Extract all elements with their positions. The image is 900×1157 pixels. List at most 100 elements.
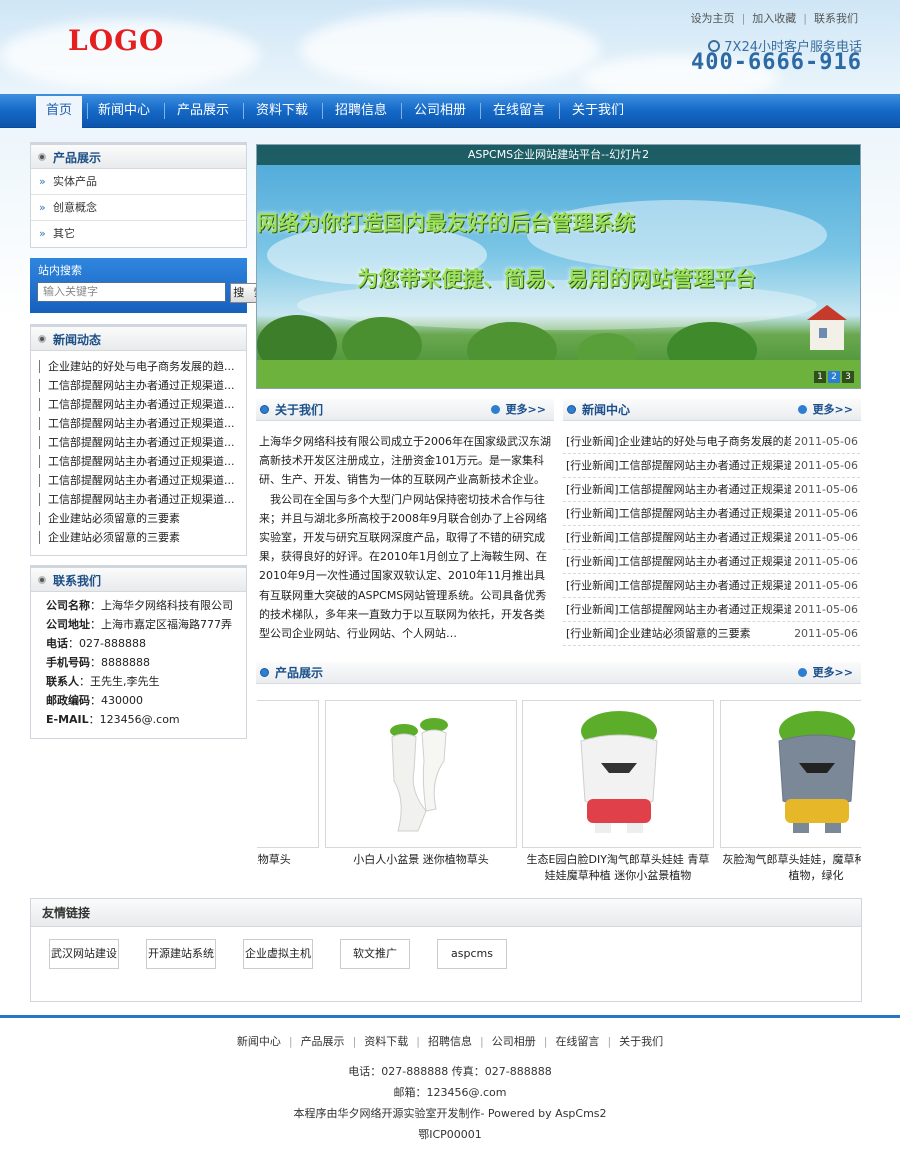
nav-news[interactable]: 新闻中心 — [98, 94, 150, 128]
news-link[interactable]: 工信部提醒网站主办者通过正规渠道... — [31, 376, 244, 395]
section-icon — [260, 405, 269, 414]
footer-link[interactable]: 新闻中心 — [237, 1035, 281, 1048]
nav-about[interactable]: 关于我们 — [572, 94, 624, 128]
bullet-line-icon — [39, 398, 40, 411]
footer-link[interactable]: 资料下载 — [364, 1035, 408, 1048]
category-item[interactable]: » 实体产品 — [31, 169, 246, 195]
news-link[interactable]: 工信部提醒网站主办者通过正规渠道... — [31, 452, 244, 471]
product-image — [720, 700, 861, 848]
friend-links-box: 友情链接 武汉网站建设 开源建站系统 企业虚拟主机 软文推广 aspcms — [30, 898, 862, 1002]
category-item[interactable]: » 其它 — [31, 221, 246, 247]
section-icon — [567, 405, 576, 414]
friend-link[interactable]: 武汉网站建设 — [49, 939, 119, 969]
nav-home[interactable]: 首页 — [36, 96, 82, 128]
nav-album[interactable]: 公司相册 — [414, 94, 466, 128]
footer-link[interactable]: 关于我们 — [619, 1035, 663, 1048]
contact-company: 公司名称：上海华夕网络科技有限公司 — [46, 599, 233, 612]
news-center-item[interactable]: [行业新闻]工信部提醒网站主办者通过正规渠道 2011-05-06 — [563, 550, 860, 574]
bullet-line-icon — [39, 436, 40, 449]
nav-products[interactable]: 产品展示 — [177, 94, 229, 128]
news-link[interactable]: 工信部提醒网站主办者通过正规渠道... — [31, 471, 244, 490]
news-center-item[interactable]: [行业新闻]企业建站的好处与电子商务发展的趋 2011-05-06 — [563, 430, 860, 454]
separator: | — [543, 1035, 548, 1048]
main-nav: 首页 新闻中心 产品展示 资料下载 招聘信息 公司相册 在线留言 关于我们 — [0, 94, 900, 128]
news-center-item[interactable]: [行业新闻]工信部提醒网站主办者通过正规渠道 2011-05-06 — [563, 526, 860, 550]
news-box-title: 新闻动态 — [53, 333, 102, 347]
nav-guestbook[interactable]: 在线留言 — [493, 94, 545, 128]
banner-page-2[interactable]: 2 — [828, 371, 840, 383]
nav-divider — [164, 103, 165, 119]
footer-link[interactable]: 招聘信息 — [428, 1035, 472, 1048]
contact-link[interactable]: 联系我们 — [814, 12, 858, 25]
product-caption: 灰脸淘气郎草头娃娃，魔草种植，迷你植物，绿化 — [722, 853, 862, 882]
footer-link[interactable]: 在线留言 — [555, 1035, 599, 1048]
category-item[interactable]: » 创意概念 — [31, 195, 246, 221]
bullet-line-icon — [39, 531, 40, 544]
product-image — [522, 700, 714, 848]
news-link[interactable]: 工信部提醒网站主办者通过正规渠道... — [31, 490, 244, 509]
news-link[interactable]: 企业建站的好处与电子商务发展的趋... — [31, 357, 244, 376]
separator: | — [803, 12, 807, 25]
friend-link[interactable]: 软文推广 — [340, 939, 410, 969]
news-link[interactable]: 工信部提醒网站主办者通过正规渠道... — [31, 433, 244, 452]
products-header: 产品展示 更多>> — [256, 662, 861, 684]
banner-slideshow[interactable]: 网络为你打造国内最友好的后台管理系统 为您带来便捷、简易、易用的网站管理平台 A… — [256, 144, 861, 389]
double-arrow-icon: » — [39, 201, 46, 214]
friend-links-title: 友情链接 — [31, 899, 861, 927]
product-category-title: 产品展示 — [53, 151, 102, 165]
category-label: 其它 — [53, 227, 75, 240]
separator: | — [288, 1035, 293, 1048]
nav-jobs[interactable]: 招聘信息 — [335, 94, 387, 128]
footer-email: 邮箱：123456@.com — [393, 1086, 507, 1099]
search-input[interactable]: 输入关键字 — [37, 282, 226, 302]
news-link[interactable]: 工信部提醒网站主办者通过正规渠道... — [31, 395, 244, 414]
footer-link[interactable]: 公司相册 — [492, 1035, 536, 1048]
news-link[interactable]: 企业建站必须留意的三要素 — [31, 528, 244, 547]
news-center-item[interactable]: [行业新闻]工信部提醒网站主办者通过正规渠道 2011-05-06 — [563, 502, 860, 526]
news-center-item[interactable]: [行业新闻]工信部提醒网站主办者通过正规渠道 2011-05-06 — [563, 454, 860, 478]
news-center-item[interactable]: [行业新闻]企业建站必须留意的三要素 2011-05-06 — [563, 622, 860, 646]
product-category-header: 产品展示 — [31, 143, 246, 169]
add-favorite-link[interactable]: 加入收藏 — [752, 12, 796, 25]
news-center-item[interactable]: [行业新闻]工信部提醒网站主办者通过正规渠道 2011-05-06 — [563, 574, 860, 598]
news-center-item[interactable]: [行业新闻]工信部提醒网站主办者通过正规渠道 2011-05-06 — [563, 478, 860, 502]
news-link[interactable]: 工信部提醒网站主办者通过正规渠道... — [31, 414, 244, 433]
bullet-line-icon — [39, 455, 40, 468]
products-more-link[interactable]: 更多>> — [797, 662, 853, 684]
bullet-line-icon — [39, 360, 40, 373]
about-paragraph: 我公司在全国与多个大型门户网站保持密切技术合作与往来；并且与湖北多所高校于200… — [259, 492, 547, 641]
double-arrow-icon: » — [39, 227, 46, 240]
bullet-line-icon — [39, 474, 40, 487]
more-arrow-icon — [490, 405, 500, 414]
banner-caption: ASPCMS企业网站建站平台--幻灯片2 — [257, 145, 860, 165]
friend-link[interactable]: aspcms — [437, 939, 507, 969]
nav-downloads[interactable]: 资料下载 — [256, 94, 308, 128]
about-paragraph: 上海华夕网络科技有限公司成立于2006年在国家级武汉东湖高新技术开发区注册成立，… — [259, 435, 551, 487]
footer-link[interactable]: 产品展示 — [301, 1035, 345, 1048]
news-box: 新闻动态 企业建站的好处与电子商务发展的趋... 工信部提醒网站主办者通过正规渠… — [30, 324, 247, 556]
category-label: 实体产品 — [53, 175, 97, 188]
site-logo[interactable]: LOGO — [68, 24, 164, 57]
site-search-box: 站内搜索 输入关键字 搜 索 — [30, 258, 271, 313]
news-link[interactable]: 企业建站必须留意的三要素 — [31, 509, 244, 528]
news-center-header: 新闻中心 更多>> — [563, 399, 861, 421]
separator: | — [352, 1035, 357, 1048]
friend-link[interactable]: 企业虚拟主机 — [243, 939, 313, 969]
more-arrow-icon — [797, 668, 807, 677]
set-homepage-link[interactable]: 设为主页 — [691, 12, 735, 25]
search-title: 站内搜索 — [38, 264, 82, 277]
news-center-more-link[interactable]: 更多>> — [797, 399, 853, 421]
banner-page-1[interactable]: 1 — [814, 371, 826, 383]
product-caption: 生态E园白脸DIY淘气郎草头娃娃 青草娃娃魔草种植 迷你小盆景植物 — [526, 853, 710, 882]
separator: | — [416, 1035, 420, 1048]
friend-link[interactable]: 开源建站系统 — [146, 939, 216, 969]
banner-image: 网络为你打造国内最友好的后台管理系统 为您带来便捷、简易、易用的网站管理平台 — [257, 145, 860, 388]
bullet-line-icon — [39, 379, 40, 392]
nav-divider — [401, 103, 402, 119]
banner-page-3[interactable]: 3 — [842, 371, 854, 383]
news-center-item[interactable]: [行业新闻]工信部提醒网站主办者通过正规渠道 2011-05-06 — [563, 598, 860, 622]
bullet-icon — [38, 335, 46, 343]
product-caption: 小白人小盆景 迷你植物草头 — [353, 853, 489, 866]
about-more-link[interactable]: 更多>> — [490, 399, 546, 421]
contact-email: E-MAIL：123456@.com — [46, 713, 180, 726]
